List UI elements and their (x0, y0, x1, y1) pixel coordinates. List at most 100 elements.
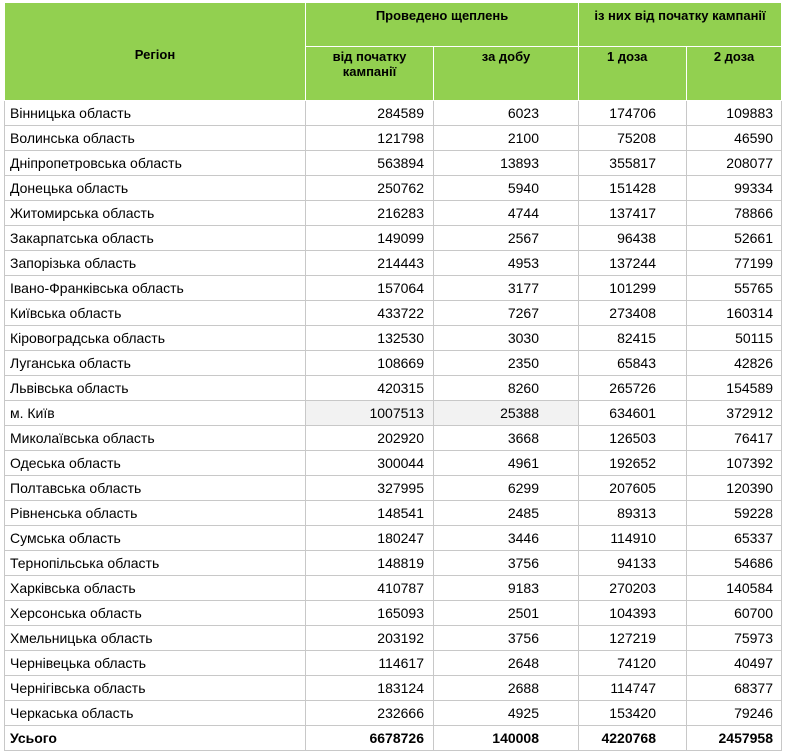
cell-per-day: 3177 (433, 275, 579, 301)
cell-dose2: 109883 (685, 100, 783, 126)
cell-dose2: 75973 (685, 625, 783, 651)
cell-dose2: 60700 (685, 600, 783, 626)
cell-dose2: 208077 (685, 150, 783, 176)
cell-per-day: 9183 (433, 575, 579, 601)
table-row: Чернівецька область 114617 2648 74120 40497 (4, 650, 783, 676)
cell-region: Сумська область (4, 525, 306, 551)
cell-dose2: 59228 (685, 500, 783, 526)
cell-since-start: 148819 (305, 550, 434, 576)
cell-region: Миколаївська область (4, 425, 306, 451)
cell-dose1: 65843 (578, 350, 687, 376)
cell-dose1: 104393 (578, 600, 687, 626)
header-vaccinated: Проведено щеплень (305, 2, 579, 47)
cell-dose2: 372912 (685, 400, 783, 426)
cell-per-day: 140008 (433, 725, 579, 751)
cell-dose2: 99334 (685, 175, 783, 201)
cell-region: Кіровоградська область (4, 325, 306, 351)
cell-region: Запорізька область (4, 250, 306, 276)
cell-since-start: 1007513 (305, 400, 434, 426)
table-row: Херсонська область 165093 2501 104393 60700 (4, 600, 783, 626)
cell-per-day: 4925 (433, 700, 579, 726)
cell-region: Полтавська область (4, 475, 306, 501)
table-row: Кіровоградська область 132530 3030 82415 501… (4, 325, 783, 351)
cell-since-start: 216283 (305, 200, 434, 226)
table-row: м. Київ 1007513 25388 634601 372912 (4, 400, 783, 426)
cell-dose1: 153420 (578, 700, 687, 726)
table-header: Регіон Проведено щеплень із них від поча… (4, 2, 783, 101)
cell-since-start: 121798 (305, 125, 434, 151)
cell-per-day: 6023 (433, 100, 579, 126)
cell-dose1: 355817 (578, 150, 687, 176)
cell-per-day: 2100 (433, 125, 579, 151)
cell-dose2: 55765 (685, 275, 783, 301)
cell-dose2: 68377 (685, 675, 783, 701)
cell-dose2: 140584 (685, 575, 783, 601)
cell-per-day: 3668 (433, 425, 579, 451)
cell-dose2: 46590 (685, 125, 783, 151)
table-row: Хмельницька область 203192 3756 127219 75973 (4, 625, 783, 651)
cell-since-start: 433722 (305, 300, 434, 326)
cell-per-day: 3446 (433, 525, 579, 551)
table-row: Івано-Франківська область 157064 3177 10129… (4, 275, 783, 301)
cell-since-start: 114617 (305, 650, 434, 676)
cell-dose1: 75208 (578, 125, 687, 151)
header-of-which: із них від початку кампанії (577, 2, 783, 47)
cell-per-day: 3756 (433, 625, 579, 651)
cell-since-start: 284589 (305, 100, 434, 126)
cell-since-start: 148541 (305, 500, 434, 526)
cell-region: Тернопільська область (4, 550, 306, 576)
cell-region: Луганська область (4, 350, 306, 376)
cell-per-day: 13893 (433, 150, 579, 176)
cell-region: Донецька область (4, 175, 306, 201)
cell-since-start: 563894 (305, 150, 434, 176)
cell-since-start: 202920 (305, 425, 434, 451)
cell-dose1: 137244 (578, 250, 687, 276)
cell-dose1: 174706 (578, 100, 687, 126)
table-row: Рівненська область 148541 2485 89313 59228 (4, 500, 783, 526)
header-dose1: 1 доза (578, 46, 687, 101)
table-row: Вінницька область 284589 6023 174706 109883 (4, 100, 783, 126)
header-dose2: 2 доза (685, 46, 783, 101)
header-since-start: від початку кампанії (305, 46, 434, 101)
cell-dose1: 82415 (578, 325, 687, 351)
cell-since-start: 149099 (305, 225, 434, 251)
cell-per-day: 3756 (433, 550, 579, 576)
cell-dose1: 94133 (578, 550, 687, 576)
cell-region: Дніпропетровська область (4, 150, 306, 176)
cell-since-start: 108669 (305, 350, 434, 376)
cell-region: Закарпатська область (4, 225, 306, 251)
header-region: Регіон (4, 2, 306, 101)
cell-since-start: 214443 (305, 250, 434, 276)
cell-region: м. Київ (4, 400, 306, 426)
cell-region: Рівненська область (4, 500, 306, 526)
table-row: Черкаська область 232666 4925 153420 79246 (4, 700, 783, 726)
cell-region: Харківська область (4, 575, 306, 601)
cell-since-start: 420315 (305, 375, 434, 401)
table-row: Львівська область 420315 8260 265726 154589 (4, 375, 783, 401)
cell-since-start: 410787 (305, 575, 434, 601)
table-row: Миколаївська область 202920 3668 126503 7641… (4, 425, 783, 451)
cell-dose1: 137417 (578, 200, 687, 226)
cell-per-day: 2350 (433, 350, 579, 376)
cell-per-day: 4953 (433, 250, 579, 276)
table-body: Вінницька область 284589 6023 174706 109883 В… (4, 100, 783, 751)
cell-dose2: 77199 (685, 250, 783, 276)
cell-since-start: 132530 (305, 325, 434, 351)
table-row: Одеська область 300044 4961 192652 107392 (4, 450, 783, 476)
cell-region: Волинська область (4, 125, 306, 151)
cell-dose1: 207605 (578, 475, 687, 501)
table-row: Закарпатська область 149099 2567 96438 52661 (4, 225, 783, 251)
cell-dose2: 2457958 (685, 725, 783, 751)
cell-dose1: 114747 (578, 675, 687, 701)
cell-dose1: 96438 (578, 225, 687, 251)
cell-region: Львівська область (4, 375, 306, 401)
cell-per-day: 8260 (433, 375, 579, 401)
cell-dose1: 89313 (578, 500, 687, 526)
cell-dose2: 160314 (685, 300, 783, 326)
cell-since-start: 180247 (305, 525, 434, 551)
cell-region: Чернівецька область (4, 650, 306, 676)
cell-dose1: 270203 (578, 575, 687, 601)
cell-dose1: 634601 (578, 400, 687, 426)
cell-since-start: 183124 (305, 675, 434, 701)
table-row: Донецька область 250762 5940 151428 99334 (4, 175, 783, 201)
